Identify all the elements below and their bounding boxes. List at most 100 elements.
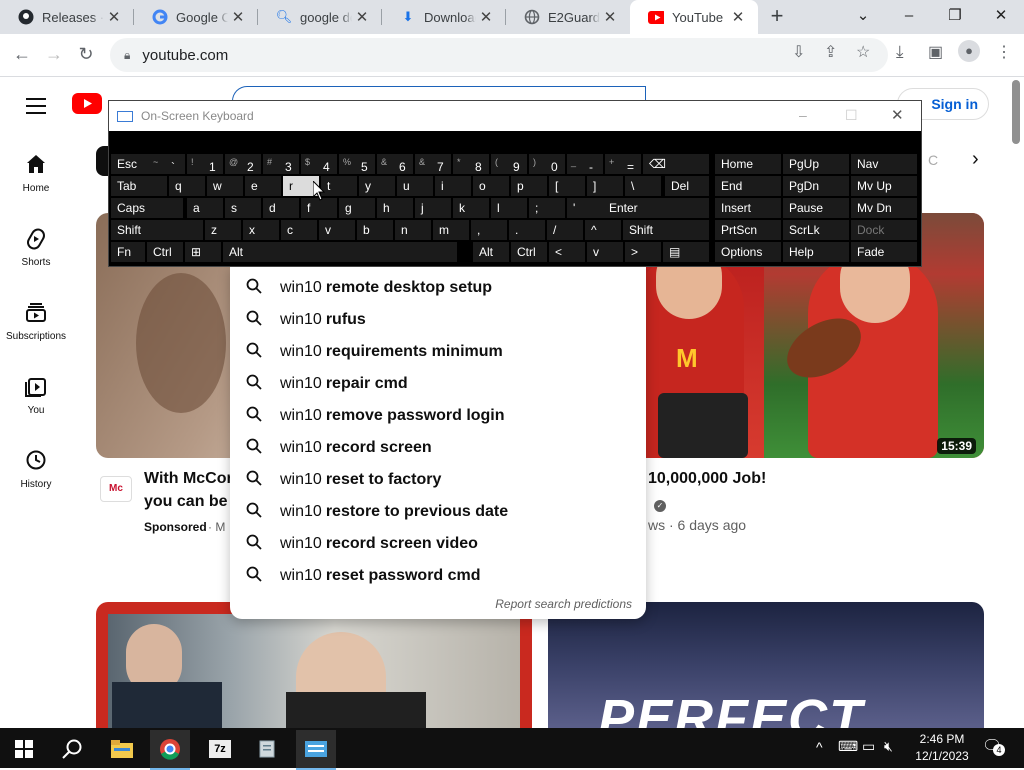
osk-key[interactable]: * 8 bbox=[453, 154, 489, 174]
chip-partial[interactable]: C bbox=[928, 152, 938, 168]
osk-key[interactable]: Del bbox=[665, 176, 709, 196]
osk-key[interactable]: _ - bbox=[567, 154, 603, 174]
tab-google-docs[interactable]: 🔍︎ google do ✕ bbox=[258, 0, 382, 34]
osk-key[interactable]: b bbox=[357, 220, 393, 240]
osk-key[interactable]: & 6 bbox=[377, 154, 413, 174]
osk-key[interactable]: Tab bbox=[111, 176, 167, 196]
osk-key[interactable]: ; bbox=[529, 198, 565, 218]
osk-key[interactable]: Esc bbox=[111, 154, 153, 174]
osk-key[interactable]: ^ bbox=[585, 220, 621, 240]
osk-key[interactable]: Shift bbox=[111, 220, 203, 240]
7zip-icon[interactable]: 7z bbox=[200, 732, 240, 766]
osk-key[interactable]: h bbox=[377, 198, 413, 218]
osk-key[interactable]: Pause bbox=[783, 198, 849, 218]
osk-key[interactable]: Ctrl bbox=[511, 242, 547, 262]
menu-kebab-icon[interactable]: ⋮ bbox=[996, 42, 1012, 62]
osk-key[interactable]: m bbox=[433, 220, 469, 240]
sidebar-item-you[interactable]: You bbox=[0, 375, 72, 416]
sidebar-item-home[interactable]: Home bbox=[0, 153, 72, 194]
osk-key[interactable]: > bbox=[625, 242, 661, 262]
restore-button[interactable]: ❐ bbox=[932, 0, 978, 30]
osk-key[interactable]: & 7 bbox=[415, 154, 451, 174]
osk-key[interactable]: ] bbox=[587, 176, 623, 196]
osk-key[interactable]: x bbox=[243, 220, 279, 240]
osk-key[interactable]: / bbox=[547, 220, 583, 240]
search-suggestion[interactable]: win10 record screen video bbox=[230, 528, 646, 560]
osk-key[interactable]: n bbox=[395, 220, 431, 240]
tray-network-icon[interactable]: ⌨ bbox=[838, 738, 858, 755]
osk-key[interactable]: s bbox=[225, 198, 261, 218]
close-icon[interactable]: ✕ bbox=[600, 8, 620, 26]
osk-key[interactable]: $4 bbox=[301, 154, 337, 174]
osk-key[interactable]: i bbox=[435, 176, 471, 196]
video-thumbnail-perfect[interactable]: PERFECT bbox=[548, 602, 984, 728]
tray-chevron-up-icon[interactable]: ^ bbox=[816, 739, 823, 755]
video-title-line2[interactable]: you can be s bbox=[144, 493, 241, 511]
reload-button[interactable]: ↻ bbox=[72, 40, 100, 68]
osk-key[interactable]: Mv Dn bbox=[851, 198, 917, 218]
clock[interactable]: 2:46 PM 12/1/2023 bbox=[914, 732, 970, 763]
osk-key[interactable]: p bbox=[511, 176, 547, 196]
tab-youtube[interactable]: YouTube ✕ bbox=[630, 0, 758, 34]
osk-minimize-button[interactable]: – bbox=[799, 107, 807, 123]
close-icon[interactable]: ✕ bbox=[352, 8, 372, 26]
video-title-mrbeast[interactable]: 10,000,000 Job! bbox=[648, 470, 766, 488]
osk-key[interactable]: ⌫ bbox=[643, 154, 709, 174]
lock-icon[interactable]: 🔒︎ bbox=[124, 48, 130, 63]
osk-title-bar[interactable]: On-Screen Keyboard – ☐ ✕ bbox=[109, 101, 921, 131]
osk-key[interactable]: Options bbox=[715, 242, 781, 262]
downloads-icon[interactable]: ⤓ bbox=[896, 42, 904, 62]
tab-e2guardian[interactable]: E2Guardia ✕ bbox=[506, 0, 630, 34]
osk-key[interactable]: (9 bbox=[491, 154, 527, 174]
search-suggestion[interactable]: win10 requirements minimum bbox=[230, 336, 646, 368]
osk-key[interactable]: z bbox=[205, 220, 241, 240]
close-icon[interactable]: ✕ bbox=[728, 8, 748, 26]
osk-key[interactable]: j bbox=[415, 198, 451, 218]
osk-key[interactable]: Nav bbox=[851, 154, 917, 174]
minimize-button[interactable]: – bbox=[886, 0, 932, 30]
osk-key[interactable]: ▤ bbox=[663, 242, 709, 262]
osk-key[interactable]: Dock bbox=[851, 220, 917, 240]
tab-search-chevron-icon[interactable]: ⌄ bbox=[840, 0, 886, 30]
osk-taskbar-icon[interactable] bbox=[296, 730, 336, 770]
osk-key[interactable]: @2 bbox=[225, 154, 261, 174]
osk-key[interactable]: + = bbox=[605, 154, 641, 174]
search-suggestion[interactable]: win10 repair cmd bbox=[230, 368, 646, 400]
search-suggestion[interactable]: win10 rufus bbox=[230, 304, 646, 336]
search-suggestion[interactable]: win10 record screen bbox=[230, 432, 646, 464]
osk-key[interactable]: Insert bbox=[715, 198, 781, 218]
osk-key[interactable]: d bbox=[263, 198, 299, 218]
osk-key[interactable]: Mv Up bbox=[851, 176, 917, 196]
sidebar-item-shorts[interactable]: Shorts bbox=[0, 227, 72, 268]
osk-key[interactable]: PgDn bbox=[783, 176, 849, 196]
osk-key[interactable]: . bbox=[509, 220, 545, 240]
address-bar[interactable]: 🔒︎ youtube.com bbox=[110, 38, 888, 72]
osk-key[interactable]: End bbox=[715, 176, 781, 196]
action-center-icon[interactable]: 🗨︎ 4 bbox=[982, 736, 1006, 758]
osk-key[interactable]: k bbox=[453, 198, 489, 218]
osk-key[interactable]: PgUp bbox=[783, 154, 849, 174]
chevron-right-icon[interactable]: › bbox=[972, 148, 979, 171]
tray-display-icon[interactable]: ▭ bbox=[862, 738, 875, 755]
new-tab-button[interactable]: + bbox=[764, 4, 790, 30]
windows-start-icon[interactable] bbox=[4, 732, 44, 766]
youtube-logo-icon[interactable] bbox=[72, 93, 106, 117]
bookmark-star-icon[interactable]: ☆ bbox=[856, 42, 870, 62]
osk-key[interactable]: Alt bbox=[473, 242, 509, 262]
osk-key[interactable]: , bbox=[471, 220, 507, 240]
close-icon[interactable]: ✕ bbox=[476, 8, 496, 26]
search-suggestion[interactable]: win10 restore to previous date bbox=[230, 496, 646, 528]
osk-maximize-button[interactable]: ☐ bbox=[845, 107, 858, 124]
osk-key[interactable]: a bbox=[187, 198, 223, 218]
search-suggestion[interactable]: win10 remote desktop setup bbox=[230, 272, 646, 304]
mccormick-channel-avatar[interactable]: Mc bbox=[100, 476, 132, 502]
osk-key[interactable]: ) 0 bbox=[529, 154, 565, 174]
osk-key[interactable]: \ bbox=[625, 176, 661, 196]
osk-key[interactable]: o bbox=[473, 176, 509, 196]
osk-key[interactable]: v bbox=[319, 220, 355, 240]
chrome-taskbar-icon[interactable] bbox=[150, 730, 190, 770]
sidebar-item-subscriptions[interactable]: Subscriptions bbox=[0, 301, 72, 342]
osk-key[interactable]: % 5 bbox=[339, 154, 375, 174]
osk-key[interactable]: y bbox=[359, 176, 395, 196]
osk-key[interactable]: Fade bbox=[851, 242, 917, 262]
